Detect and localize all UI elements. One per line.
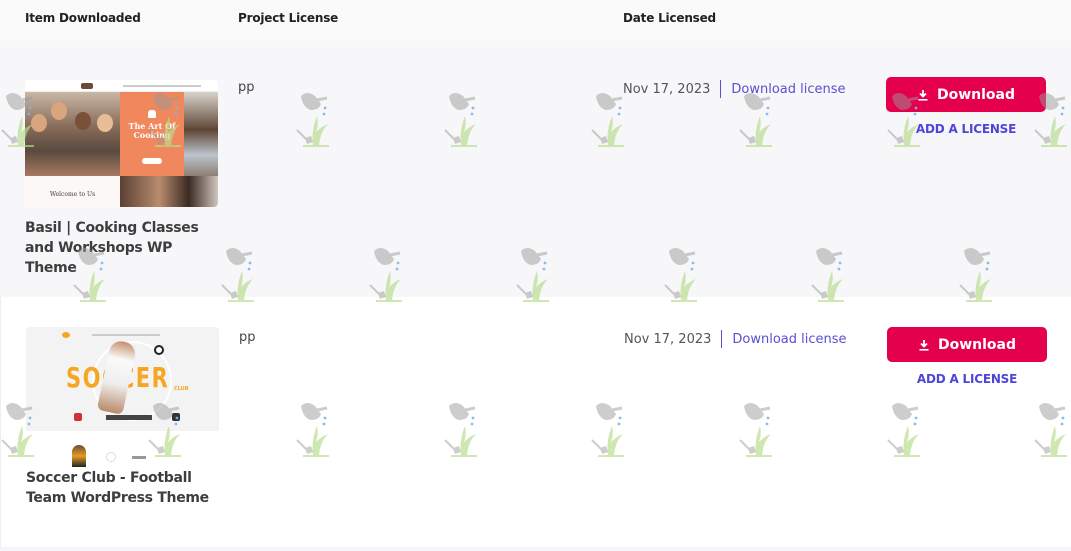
- add-license-link[interactable]: ADD A LICENSE: [887, 372, 1047, 386]
- thumbnail-welcome-text: Welcome to Us: [25, 176, 120, 207]
- date-licensed-value: Nov 17, 2023: [623, 81, 711, 97]
- download-icon: [919, 339, 929, 351]
- item-title[interactable]: Basil | Cooking Classes and Workshops WP…: [25, 218, 225, 278]
- team-badge-icon: [74, 413, 82, 421]
- thumbnail-photo: [184, 92, 218, 176]
- download-icon: [918, 89, 928, 101]
- thumbnail-photo: [25, 92, 120, 176]
- thumbnail-score: [106, 415, 152, 420]
- thumbnail-photo: [120, 176, 218, 207]
- column-header-item-downloaded: Item Downloaded: [25, 11, 141, 25]
- thumbnail-hero-text: The Art Of Cooking: [128, 121, 176, 140]
- date-licensed-cell: Nov 17, 2023 Download license: [624, 330, 847, 348]
- thumbnail-lower: [26, 434, 219, 467]
- table-footer-divider: [0, 547, 1071, 551]
- separator: [721, 330, 723, 348]
- date-licensed-value: Nov 17, 2023: [624, 331, 712, 347]
- soccer-ball-icon: [154, 345, 164, 355]
- item-title[interactable]: Soccer Club - Football Team WordPress Th…: [26, 468, 226, 508]
- download-license-link[interactable]: Download license: [731, 82, 845, 97]
- table-row: The Art Of Cooking Welcome to Us Basil |…: [0, 47, 1071, 297]
- table-header: Item Downloaded Project License Date Lic…: [0, 0, 1071, 40]
- column-header-project-license: Project License: [238, 11, 339, 25]
- date-licensed-cell: Nov 17, 2023 Download license: [623, 80, 846, 98]
- item-thumbnail[interactable]: The Art Of Cooking Welcome to Us: [25, 80, 218, 207]
- thumbnail-sub-text: CLUB: [174, 386, 189, 392]
- column-header-date-licensed: Date Licensed: [623, 11, 716, 25]
- thumbnail-hero-panel: The Art Of Cooking: [120, 92, 184, 176]
- item-thumbnail[interactable]: SOCCER CLUB: [26, 327, 219, 431]
- project-license-value: pp: [239, 330, 256, 345]
- download-button-label: Download: [936, 86, 1016, 103]
- team-badge-icon: [172, 413, 180, 421]
- download-button-label: Download: [937, 336, 1017, 353]
- thumbnail-nav: [25, 80, 218, 92]
- download-button[interactable]: Download: [886, 77, 1046, 112]
- table-row: SOCCER CLUB Soccer Club - Football Team …: [0, 297, 1071, 547]
- project-license-value: pp: [238, 80, 255, 95]
- download-button[interactable]: Download: [887, 327, 1047, 362]
- separator: [720, 80, 722, 98]
- add-license-link[interactable]: ADD A LICENSE: [886, 122, 1046, 136]
- download-license-link[interactable]: Download license: [732, 332, 846, 347]
